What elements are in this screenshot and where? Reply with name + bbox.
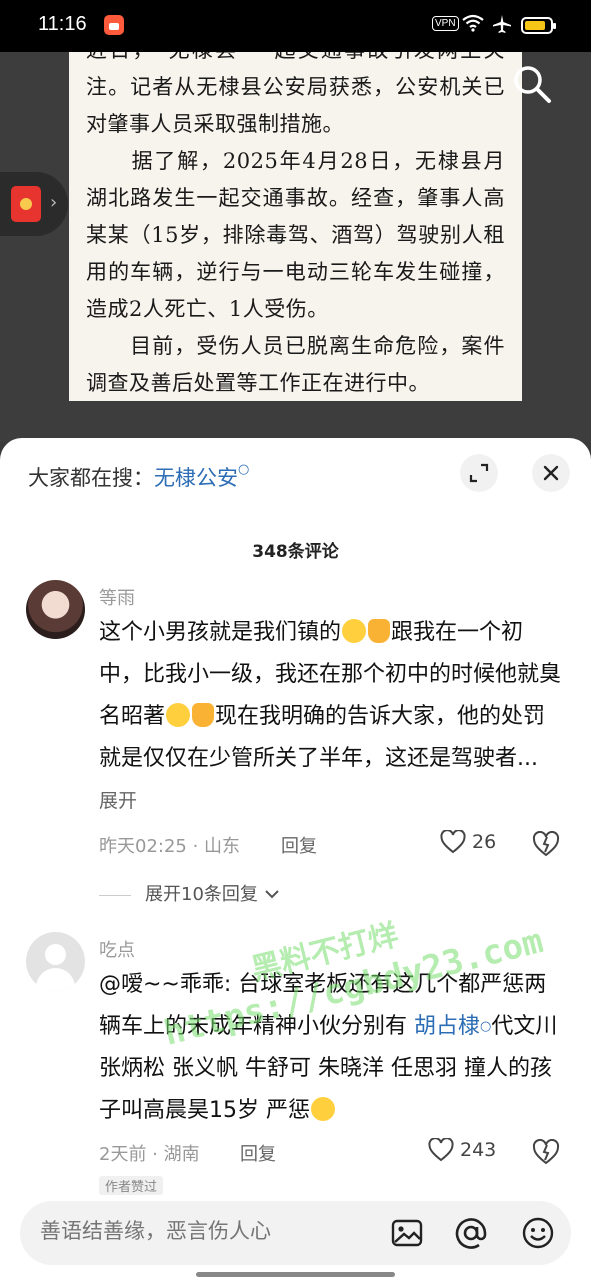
close-icon (543, 465, 559, 481)
like-count: 243 (460, 1139, 497, 1161)
heart-icon (428, 1137, 454, 1162)
dislike-icon[interactable] (532, 1139, 560, 1165)
expand-button[interactable] (460, 454, 498, 492)
dislike-icon[interactable] (532, 831, 560, 857)
article-image: 近日，“无棣县”一起交通事故引发网上关注。记者从无棣县公安局获悉，公安机关已对肇… (69, 52, 522, 401)
pray-emoji-icon (368, 619, 391, 643)
expand-icon (469, 463, 489, 483)
comment-username[interactable]: 等雨 (99, 584, 135, 610)
search-small-icon: ○ (480, 1019, 492, 1034)
expand-text-link[interactable]: 展开 (99, 790, 137, 812)
reply-button[interactable]: 回复 (240, 1140, 276, 1166)
expand-replies-button[interactable]: 展开10条回复 (99, 880, 280, 906)
like-count: 26 (472, 831, 497, 853)
comment-count: 348条评论 (252, 542, 339, 562)
search-icon[interactable] (510, 62, 554, 106)
image-icon[interactable] (390, 1216, 424, 1250)
avatar[interactable] (26, 580, 85, 639)
status-bar: 11:16 VPN (0, 0, 591, 52)
hot-search-label: 大家都在搜： (28, 466, 154, 490)
status-time: 11:16 (38, 13, 87, 35)
laugh-emoji-icon (311, 1097, 335, 1121)
hot-search: 大家都在搜：无棣公安○ (28, 462, 249, 492)
divider (99, 894, 131, 896)
grin-emoji-icon (342, 619, 367, 643)
reply-button[interactable]: 回复 (281, 832, 317, 858)
emoji-icon[interactable] (521, 1216, 555, 1250)
article-paragraph: 近日，“无棣县”一起交通事故引发网上关注。记者从无棣县公安局获悉，公安机关已对肇… (86, 52, 505, 136)
comment-username[interactable]: 吃点 (99, 936, 135, 962)
battery-icon (521, 17, 556, 34)
comment-time-location: 昨天02:25 · 山东 (99, 836, 241, 857)
comment-sheet: 大家都在搜：无棣公安○ 348条评论 等雨 这个小男孩就是我们镇的 跟我在一个初中… (0, 438, 591, 1280)
grin-emoji-icon (166, 703, 191, 727)
search-small-icon: ○ (238, 462, 250, 477)
red-packet-icon (11, 186, 41, 222)
comment-time-location: 2天前 · 湖南 (99, 1144, 200, 1165)
like-button[interactable]: 26 (440, 829, 497, 854)
at-icon[interactable] (454, 1216, 488, 1250)
comment-text: 这个小男孩就是我们镇的 跟我在一个初中，比我小一级，我还在那个初中的时候他就臭名昭… (99, 619, 562, 812)
comment-input[interactable] (40, 1219, 340, 1243)
pray-emoji-icon (192, 703, 215, 727)
home-indicator[interactable] (196, 1272, 395, 1277)
wifi-icon (462, 14, 484, 32)
article-paragraph: 目前，受伤人员已脱离生命危险，案件调查及善后处置等工作正在进行中。 (86, 334, 505, 395)
chevron-right-icon: › (50, 192, 58, 213)
hashtag-link[interactable]: 胡占棣○ (414, 1014, 491, 1039)
close-button[interactable] (532, 454, 570, 492)
app-notification-icon (104, 15, 124, 35)
hot-search-keyword[interactable]: 无棣公安○ (154, 462, 249, 490)
vpn-icon: VPN (432, 16, 459, 31)
chevron-down-icon (264, 890, 279, 899)
article-paragraph: 据了解，2025年4月28日，无棣县月湖北路发生一起交通事故。经查，肇事人高某某… (86, 149, 505, 321)
red-packet-button[interactable]: › (0, 172, 68, 236)
heart-icon (440, 829, 466, 854)
author-liked-tag: 作者赞过 (99, 1176, 164, 1195)
avatar[interactable] (26, 932, 85, 991)
airplane-icon (493, 15, 511, 33)
like-button[interactable]: 243 (428, 1137, 497, 1162)
comment-text: @嗳~~乖乖: 台球室老板还有这几个都严惩两辆车上的未成年精神小伙分别有 胡占棣… (99, 972, 558, 1123)
comment-input-bar (20, 1201, 571, 1265)
